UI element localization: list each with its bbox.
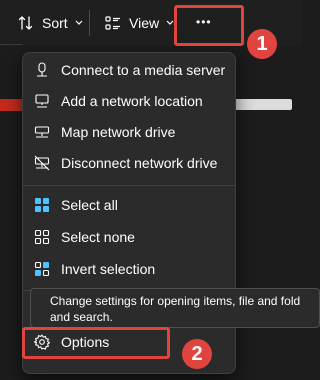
menu-item-label: Select none <box>61 229 135 245</box>
media-server-icon <box>34 62 50 78</box>
sort-label: Sort <box>42 15 68 31</box>
divider <box>0 44 22 45</box>
sort-icon <box>18 15 34 31</box>
options-tooltip: Change settings for opening items, file … <box>30 288 320 328</box>
menu-item-map-network-drive[interactable]: Map network drive <box>29 117 229 147</box>
menu-item-label: Invert selection <box>61 261 156 277</box>
menu-item-select-none[interactable]: Select none <box>29 222 229 252</box>
menu-divider <box>23 185 235 186</box>
background-item <box>0 99 24 111</box>
tooltip-line-2: and search. <box>50 310 113 324</box>
map-drive-icon <box>34 124 50 140</box>
menu-item-invert-selection[interactable]: Invert selection <box>29 254 229 284</box>
menu-item-label: Select all <box>61 197 118 213</box>
step-badge-2: 2 <box>182 339 212 369</box>
sort-button[interactable]: Sort <box>18 12 83 34</box>
toolbar-divider <box>89 10 90 36</box>
menu-item-select-all[interactable]: Select all <box>29 190 229 220</box>
menu-item-label: Add a network location <box>61 93 203 109</box>
menu-item-disconnect-network-drive[interactable]: Disconnect network drive <box>29 148 229 178</box>
background-progress-bar <box>232 99 292 110</box>
network-location-icon <box>34 93 50 109</box>
view-button[interactable]: View <box>105 12 174 34</box>
disconnect-drive-icon <box>34 155 50 171</box>
view-icon <box>105 15 121 31</box>
select-none-icon <box>34 229 50 245</box>
highlight-box-options <box>22 327 170 359</box>
chevron-down-icon <box>75 20 83 26</box>
chevron-down-icon <box>166 20 174 26</box>
invert-selection-icon <box>34 261 50 277</box>
menu-item-connect-media-server[interactable]: Connect to a media server <box>29 55 229 85</box>
menu-item-add-network-location[interactable]: Add a network location <box>29 86 229 116</box>
menu-item-label: Disconnect network drive <box>61 155 218 171</box>
menu-item-label: Connect to a media server <box>61 62 226 78</box>
step-badge-1: 1 <box>247 29 277 59</box>
view-label: View <box>129 15 160 31</box>
tooltip-line-1: Change settings for opening items, file … <box>50 294 301 308</box>
highlight-box-more-button <box>174 5 244 46</box>
menu-item-label: Map network drive <box>61 124 176 140</box>
select-all-icon <box>34 197 50 213</box>
